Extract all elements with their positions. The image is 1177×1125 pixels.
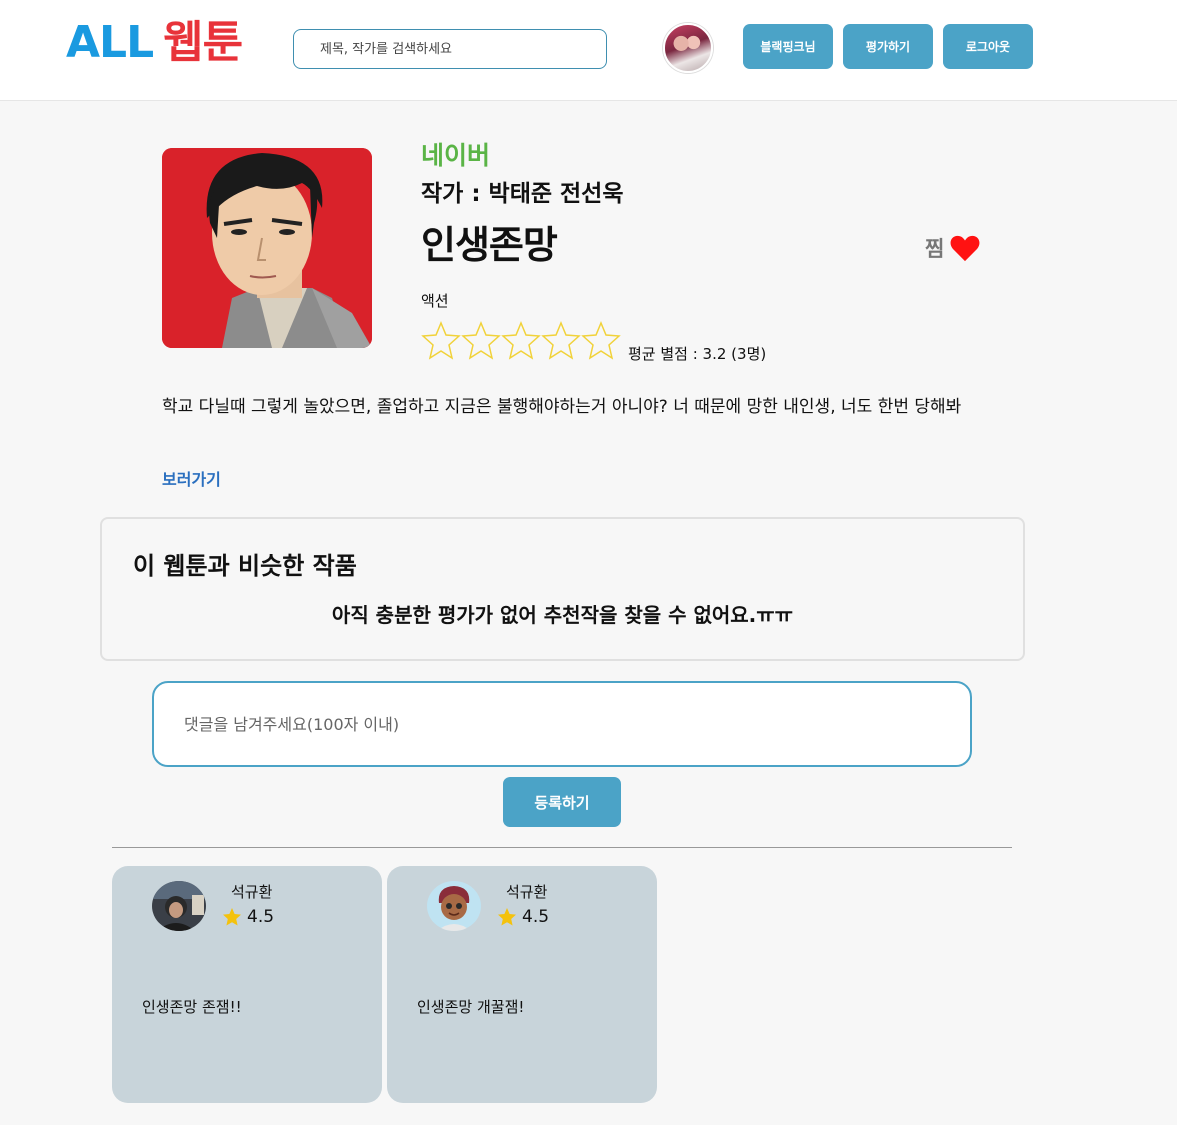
logo-webtoon: 웹툰 [163,17,243,68]
star-icon[interactable] [461,320,501,360]
heart-icon[interactable] [950,234,980,262]
comment-card: 석규환 4.5 인생존망 존잼!! [112,866,382,1103]
logout-button[interactable]: 로그아웃 [943,24,1033,69]
webtoon-title: 인생존망 [421,223,558,267]
site-logo[interactable]: ALL 웹툰 [66,17,243,68]
logo-all: ALL [66,17,154,68]
divider [112,847,1012,848]
comment-author: 석규환 [506,883,548,901]
comment-score: 4.5 [247,907,275,927]
avatar [427,881,481,931]
platform-label: 네이버 [421,141,491,170]
star-icon [223,908,241,926]
similar-webtoons-section: 이 웹툰과 비슷한 작품 아직 충분한 평가가 없어 추천작을 찾을 수 없어요… [100,517,1025,661]
comment-card: 석규환 4.5 인생존망 개꿀잼! [387,866,657,1103]
avatar [152,881,206,931]
webtoon-cover-image [162,148,372,348]
author-label: 작가 : 박태준 전선욱 [421,181,624,207]
star-icon[interactable] [581,320,621,360]
user-profile-button[interactable]: 블랙핑크님 [743,24,833,69]
comment-score: 4.5 [522,907,550,927]
user-avatar[interactable] [663,23,713,73]
comment-text: 인생존망 개꿀잼! [417,998,525,1016]
favorite-label: 찜 [925,237,945,261]
comment-text: 인생존망 존잼!! [142,998,242,1016]
rate-button[interactable]: 평가하기 [843,24,933,69]
star-icon[interactable] [541,320,581,360]
submit-comment-button[interactable]: 등록하기 [503,777,621,827]
webtoon-description: 학교 다닐때 그렇게 놀았으면, 졸업하고 지금은 불행해야하는거 아니야? 너… [162,397,962,417]
rating-stars[interactable] [421,320,621,360]
similar-empty-message: 아직 충분한 평가가 없어 추천작을 찾을 수 없어요.ㅠㅠ [331,603,794,627]
search-input[interactable] [293,29,607,69]
cover-illustration [162,148,372,348]
star-icon[interactable] [501,320,541,360]
top-header: ALL웹툰 블랙핑크님 평가하기 로그아웃 [0,0,1177,101]
similar-heading: 이 웹툰과 비슷한 작품 [133,552,357,580]
comment-input[interactable] [152,681,972,767]
comment-author: 석규환 [231,883,273,901]
genre-label: 액션 [421,292,449,310]
star-icon[interactable] [421,320,461,360]
star-icon [498,908,516,926]
favorite-button[interactable]: 찜 [925,233,980,263]
average-rating: 평균 별점 : 3.2 (3명) [628,345,767,363]
view-webtoon-link[interactable]: 보러가기 [162,466,221,490]
